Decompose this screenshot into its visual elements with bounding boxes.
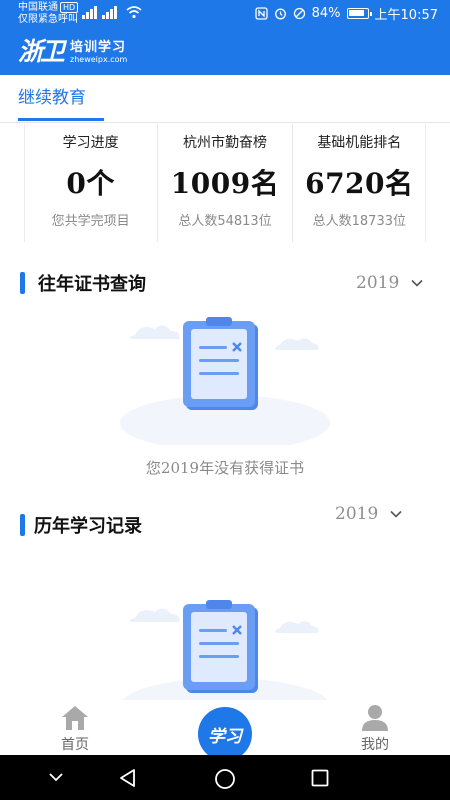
emergency-text: 仅限紧急呼叫	[18, 14, 78, 25]
year-value: 2019	[335, 504, 379, 524]
app-logo: 浙卫 培训学习 zheweipx.com	[18, 38, 127, 66]
section-accent-bar	[20, 514, 25, 536]
status-bar: 中国联通 HD 仅限紧急呼叫 84% 上午10:57	[0, 0, 450, 30]
wifi-icon	[126, 6, 142, 19]
tab-continuing-education[interactable]: 继续教育	[18, 87, 86, 109]
system-navigation-bar	[0, 755, 450, 800]
tab-active-indicator	[18, 118, 104, 121]
stat-value: 6720名	[305, 167, 414, 200]
stat-label: 杭州市勤奋榜	[182, 135, 267, 151]
stat-basic-skills-ranking[interactable]: 基础机能排名 6720名 总人数18733位	[293, 124, 426, 242]
records-year-select[interactable]: 2019	[335, 504, 402, 524]
stat-value: 1009名	[170, 167, 280, 200]
tab-bar: 继续教育	[0, 75, 450, 123]
bottom-nav: 首页 学习 我的	[0, 700, 450, 761]
nav-home[interactable]: 首页	[35, 700, 115, 755]
empty-clipboard-illustration	[120, 317, 330, 445]
logo-url: zheweipx.com	[70, 54, 128, 64]
battery-icon	[346, 8, 372, 19]
section-title: 历年学习记录	[34, 516, 142, 537]
home-circle-icon[interactable]	[214, 768, 236, 790]
nav-study-button[interactable]: 学习	[198, 707, 252, 761]
section-title: 往年证书查询	[38, 274, 146, 295]
home-icon	[62, 706, 88, 730]
recents-icon[interactable]	[311, 769, 329, 787]
carrier-info: 中国联通 HD 仅限紧急呼叫	[18, 2, 79, 26]
clock: 上午10:57	[374, 8, 438, 23]
logo-title: 培训学习	[70, 39, 127, 55]
stat-hangzhou-ranking[interactable]: 杭州市勤奋榜 1009名 总人数54813位	[158, 124, 293, 242]
certificate-year-select[interactable]: 2019	[356, 273, 423, 293]
dnd-icon	[293, 7, 305, 20]
cellular-signal-icon	[82, 6, 117, 19]
carrier-name: 中国联通	[18, 2, 58, 13]
app-header: 中国联通 HD 仅限紧急呼叫 84% 上午10:57 浙卫 培训学习 zhewei…	[0, 0, 450, 75]
back-icon[interactable]	[118, 768, 138, 788]
stat-label: 基础机能排名	[317, 135, 402, 151]
logo-mark: 浙卫	[18, 37, 65, 66]
hide-keyboard-icon[interactable]	[48, 770, 64, 784]
stat-sub: 您共学完项目	[51, 214, 130, 229]
section-accent-bar	[20, 272, 25, 294]
nfc-icon	[254, 7, 268, 20]
stat-sub: 总人数18733位	[312, 214, 406, 229]
certificate-empty-text: 您2019年没有获得证书	[145, 459, 305, 477]
stat-sub: 总人数54813位	[178, 214, 272, 229]
alarm-icon	[274, 8, 286, 20]
stat-label: 学习进度	[62, 135, 119, 151]
battery-percent: 84%	[311, 6, 341, 21]
status-right: 84% 上午10:57	[254, 4, 438, 23]
stats-panel: 学习进度 0个 您共学完项目 杭州市勤奋榜 1009名 总人数54813位 基础…	[24, 124, 426, 242]
stat-value: 0个	[66, 167, 115, 200]
nav-label: 我的	[361, 737, 389, 753]
user-icon	[362, 705, 388, 731]
nav-label: 首页	[61, 737, 89, 753]
chevron-down-icon	[390, 510, 402, 518]
year-value: 2019	[356, 273, 400, 293]
stat-learning-progress[interactable]: 学习进度 0个 您共学完项目	[24, 124, 159, 242]
nav-mine[interactable]: 我的	[335, 700, 415, 755]
hd-badge: HD	[60, 2, 79, 13]
chevron-down-icon	[411, 279, 423, 287]
